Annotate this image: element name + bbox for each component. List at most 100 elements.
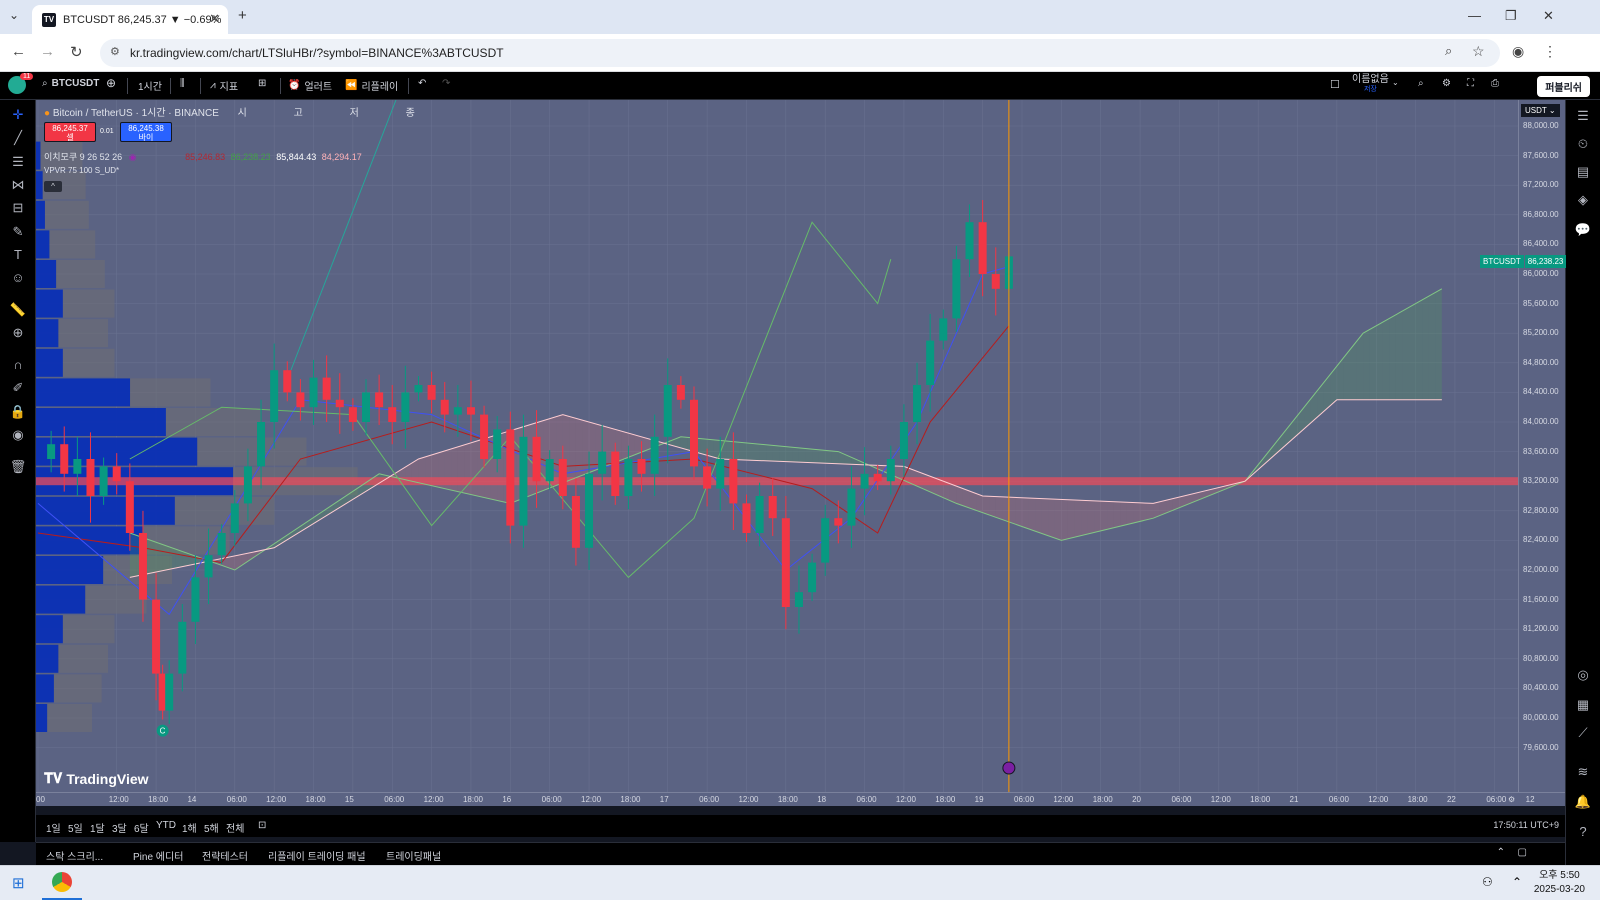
candle-down <box>781 518 790 607</box>
ichimoku-legend[interactable]: 이치모쿠 9 26 52 26 ◉ 85,246.83 86,238.23 85… <box>44 150 362 163</box>
period-button[interactable]: 1일 <box>46 820 61 835</box>
emoji-icon[interactable]: ☺ <box>8 268 28 288</box>
alert-button[interactable]: ⏰ 얼러트 <box>288 78 332 93</box>
brush-icon[interactable]: ✎ <box>8 222 28 242</box>
currency-selector[interactable]: USDT ⌄ <box>1521 104 1560 117</box>
period-button[interactable]: YTD <box>156 820 176 831</box>
undo-icon[interactable]: ↶ <box>418 78 426 89</box>
panel-maximize-icon[interactable]: ▢ <box>1518 847 1527 858</box>
quick-search-icon[interactable]: ⌕ <box>1418 78 1424 89</box>
symbol-search-button[interactable]: ⌕ BTCUSDT <box>42 78 99 89</box>
windows-start-icon[interactable]: ⊞ <box>12 874 25 892</box>
panel-tab[interactable]: 스탁 스크리... <box>46 848 103 863</box>
url-input[interactable]: ⚙ kr.tradingview.com/chart/LTSluHBr/?sym… <box>100 39 1500 67</box>
panel-tab[interactable]: 전략테스터 <box>202 848 248 863</box>
buy-button[interactable]: 86,245.38 바이 <box>120 122 172 142</box>
crosshair-icon[interactable]: ✛ <box>8 105 28 125</box>
layout-name-button[interactable]: 이름없음 저장 <box>1352 75 1389 95</box>
zoom-icon[interactable]: ⌕ <box>1445 43 1452 59</box>
price-chart[interactable]: C <box>36 100 1518 792</box>
reload-icon[interactable]: ↻ <box>70 43 83 61</box>
bookmark-star-icon[interactable]: ☆ <box>1472 43 1485 60</box>
draw-mode-icon[interactable]: ✐ <box>8 378 28 398</box>
trash-icon[interactable]: 🗑 <box>8 457 28 477</box>
indicators-button[interactable]: ⩘ 지표 <box>210 78 238 93</box>
symbol-legend[interactable]: ● Bitcoin / TetherUS · 1시간 · BINANCE 시 고… <box>44 104 415 119</box>
collapse-legend-button[interactable]: ^ <box>44 181 62 192</box>
chart-pane[interactable]: C <box>36 100 1518 792</box>
minimize-icon[interactable]: — <box>1468 8 1481 23</box>
compare-symbol-icon[interactable]: ⊕ <box>106 76 116 90</box>
layouts-grid-icon[interactable]: ⊞ <box>258 78 266 89</box>
legend-close-label: 종 <box>405 108 415 119</box>
people-icon[interactable]: ⚇ <box>1482 875 1493 889</box>
publish-button[interactable]: 퍼블리쉬 <box>1537 76 1590 97</box>
vpvr-legend[interactable]: VPVR 75 100 S_UD* <box>44 166 119 175</box>
visibility-eye-icon[interactable]: ◉ <box>8 425 28 445</box>
axis-settings-icon[interactable]: ⚙ <box>1508 795 1515 804</box>
forecast-icon[interactable]: ⊟ <box>8 198 28 218</box>
interval-button[interactable]: 1시간 <box>138 78 162 93</box>
lock-icon[interactable]: 🔒 <box>8 402 28 422</box>
new-tab-button[interactable]: + <box>238 7 247 24</box>
price-axis[interactable]: 88,000.00 87,600.00 87,200.00 86,800.00 86,4… <box>1518 100 1565 792</box>
period-button[interactable]: 6달 <box>134 820 149 835</box>
zoom-in-icon[interactable]: ⊕ <box>8 323 28 343</box>
ichimoku-settings-icon[interactable]: ◉ <box>129 152 137 162</box>
panel-tab[interactable]: 트레이딩패널 <box>386 848 441 863</box>
target-icon[interactable]: ◎ <box>1573 665 1593 685</box>
tab-close-icon[interactable]: ✕ <box>209 11 220 27</box>
chart-clock[interactable]: 17:50:11 UTC+9 <box>1493 820 1559 830</box>
alerts-clock-icon[interactable]: ⏲ <box>1573 134 1593 154</box>
layout-checkbox-icon[interactable]: ☐ <box>1330 78 1340 91</box>
period-button[interactable]: 3달 <box>112 820 127 835</box>
period-button[interactable]: 5일 <box>68 820 83 835</box>
magnet-icon[interactable]: ∩ <box>8 355 28 375</box>
trend-line-icon[interactable]: ╱ <box>8 128 28 148</box>
help-icon[interactable]: ? <box>1573 822 1593 842</box>
panel-tab[interactable]: 리플레이 트레이딩 패널 <box>268 848 366 863</box>
restore-icon[interactable]: ❐ <box>1505 8 1517 24</box>
settings-gear-icon[interactable]: ⚙ <box>1442 78 1451 89</box>
pattern-icon[interactable]: ⋈ <box>8 175 28 195</box>
fib-retracement-icon[interactable]: ☰ <box>8 152 28 172</box>
forward-arrow-icon[interactable]: → <box>40 43 55 60</box>
ruler-icon[interactable]: 📏 <box>8 300 28 320</box>
replay-button[interactable]: ⏪ 리플레이 <box>345 78 398 93</box>
candle-type-icon[interactable]: ⫼ <box>180 78 185 89</box>
tab-search-icon[interactable]: ⌄ <box>9 8 19 22</box>
chrome-taskbar-icon[interactable] <box>52 872 72 892</box>
text-tool-icon[interactable]: T <box>8 245 28 265</box>
period-button[interactable]: 5해 <box>204 820 219 835</box>
data-window-icon[interactable]: ▤ <box>1573 162 1593 182</box>
chart-growth-icon[interactable]: ⟋ <box>1573 723 1593 743</box>
ichimoku-cloud <box>149 539 157 574</box>
user-avatar[interactable]: 11 <box>8 73 34 94</box>
site-settings-icon[interactable]: ⚙ <box>110 45 120 58</box>
profile-icon[interactable]: ◉ <box>1512 43 1524 60</box>
close-window-icon[interactable]: ✕ <box>1543 8 1554 24</box>
browser-menu-icon[interactable]: ⋮ <box>1543 43 1557 60</box>
layers-icon[interactable]: ◈ <box>1573 190 1593 210</box>
tray-chevron-up-icon[interactable]: ⌃ <box>1512 875 1522 889</box>
period-button[interactable]: 1달 <box>90 820 105 835</box>
notifications-bell-icon[interactable]: 🔔 <box>1573 792 1593 812</box>
redo-icon[interactable]: ↷ <box>442 78 450 89</box>
sell-button[interactable]: 86,245.37 셀 <box>44 122 96 142</box>
back-arrow-icon[interactable]: ← <box>11 43 26 60</box>
snapshot-camera-icon[interactable]: ⎙ <box>1491 78 1499 89</box>
period-button[interactable]: 1해 <box>182 820 197 835</box>
go-to-date-calendar-icon[interactable]: ⊡ <box>258 820 266 831</box>
layout-chevron-down-icon[interactable]: ⌄ <box>1392 78 1399 87</box>
system-clock[interactable]: 오후 5:50 2025-03-20 <box>1534 869 1585 897</box>
watchlist-icon[interactable]: ☰ <box>1573 106 1593 126</box>
chat-icon[interactable]: 💬 <box>1573 220 1593 240</box>
panel-collapse-chevron-icon[interactable]: ⌃ <box>1497 847 1505 858</box>
calendar-icon[interactable]: ▦ <box>1573 695 1593 715</box>
period-button[interactable]: 전체 <box>226 820 244 835</box>
time-axis[interactable]: 00 12:00 18:00 14 06:00 12:00 18:00 15 06:00 12:0… <box>36 792 1565 806</box>
stream-icon[interactable]: ≋ <box>1573 762 1593 782</box>
panel-tab[interactable]: Pine 에디터 <box>133 848 183 863</box>
browser-tab[interactable]: TV BTCUSDT 86,245.37 ▼ −0.69% ✕ <box>32 5 228 34</box>
fullscreen-icon[interactable]: ⛶ <box>1467 78 1474 89</box>
